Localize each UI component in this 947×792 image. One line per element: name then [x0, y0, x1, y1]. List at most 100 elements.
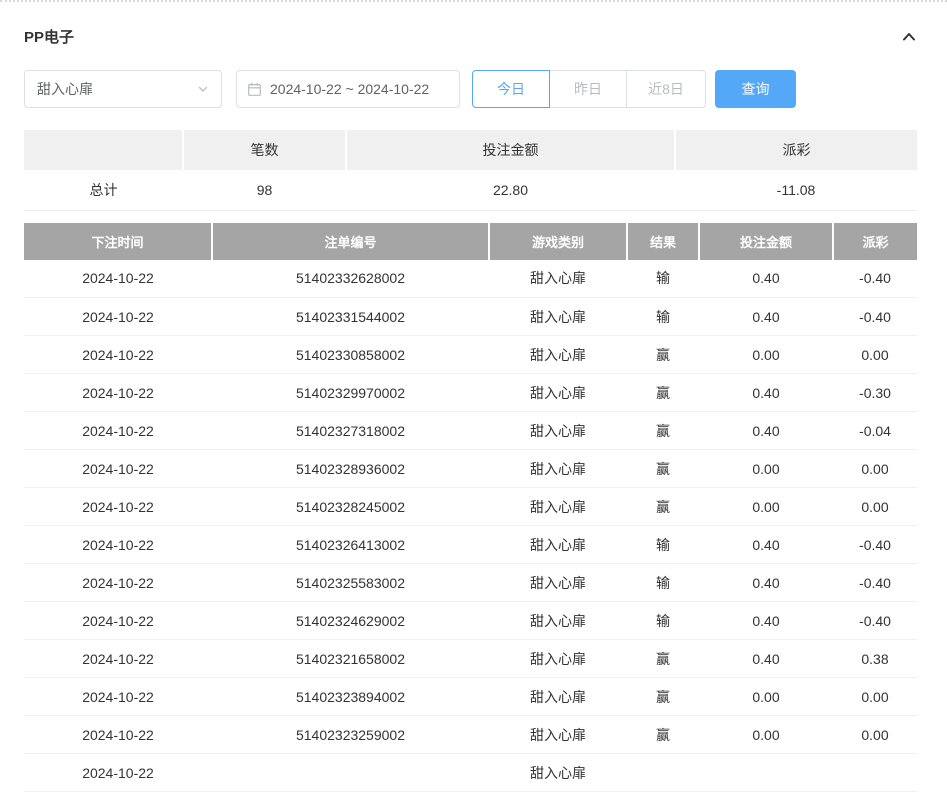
- table-cell: 甜入心扉: [489, 678, 627, 716]
- table-cell: 2024-10-22: [24, 602, 212, 640]
- game-select-value: 甜入心扉: [37, 79, 93, 99]
- table-cell: 0.38: [833, 640, 917, 678]
- table-cell: -0.40: [833, 564, 917, 602]
- table-cell: 2024-10-22: [24, 754, 212, 792]
- table-row: 2024-10-2251402327318002甜入心扉赢0.40-0.04: [24, 412, 917, 450]
- table-cell: 输: [627, 260, 699, 298]
- table-row: 2024-10-2251402321658002甜入心扉赢0.400.38: [24, 640, 917, 678]
- table-row: 2024-10-2251402329970002甜入心扉赢0.40-0.30: [24, 374, 917, 412]
- table-cell: 51402328245002: [212, 488, 489, 526]
- table-cell: 0.40: [699, 374, 833, 412]
- table-cell: 51402325583002: [212, 564, 489, 602]
- date-range-value: 2024-10-22 ~ 2024-10-22: [270, 81, 429, 97]
- table-cell: 输: [627, 602, 699, 640]
- table-cell: 赢: [627, 640, 699, 678]
- table-cell: -0.40: [833, 298, 917, 336]
- table-cell: 甜入心扉: [489, 298, 627, 336]
- table-row: 2024-10-2251402328936002甜入心扉赢0.000.00: [24, 450, 917, 488]
- table-cell: 51402327318002: [212, 412, 489, 450]
- collapse-chevron-icon[interactable]: [901, 29, 917, 45]
- table-cell: 0.40: [699, 640, 833, 678]
- table-row: 2024-10-2251402328245002甜入心扉赢0.000.00: [24, 488, 917, 526]
- table-cell: 2024-10-22: [24, 678, 212, 716]
- table-cell: -0.30: [833, 374, 917, 412]
- records-header-order-id: 注单编号: [212, 223, 489, 260]
- table-cell: 0.00: [699, 678, 833, 716]
- table-cell: 0.40: [699, 526, 833, 564]
- records-table-body: 2024-10-2251402332628002甜入心扉输0.40-0.4020…: [24, 260, 917, 792]
- summary-header-payout: 派彩: [675, 130, 917, 170]
- table-cell: [699, 754, 833, 792]
- date-range-input[interactable]: 2024-10-22 ~ 2024-10-22: [236, 70, 460, 108]
- records-header-game-type: 游戏类别: [489, 223, 627, 260]
- table-cell: 赢: [627, 374, 699, 412]
- records-header-payout: 派彩: [833, 223, 917, 260]
- table-cell: 51402328936002: [212, 450, 489, 488]
- summary-total-count: 98: [183, 170, 346, 210]
- table-row: 2024-10-2251402332628002甜入心扉输0.40-0.40: [24, 260, 917, 298]
- summary-header-empty: [24, 130, 183, 170]
- page-title: PP电子: [24, 26, 74, 47]
- table-cell: 0.00: [699, 488, 833, 526]
- records-header-result: 结果: [627, 223, 699, 260]
- table-cell: 赢: [627, 716, 699, 754]
- table-cell: [833, 754, 917, 792]
- table-cell: 甜入心扉: [489, 716, 627, 754]
- table-row: 2024-10-2251402324629002甜入心扉输0.40-0.40: [24, 602, 917, 640]
- table-cell: 51402323259002: [212, 716, 489, 754]
- table-cell: 2024-10-22: [24, 336, 212, 374]
- summary-header-count: 笔数: [183, 130, 346, 170]
- table-cell: 0.00: [699, 716, 833, 754]
- table-cell: 甜入心扉: [489, 526, 627, 564]
- table-cell: 0.40: [699, 260, 833, 298]
- table-cell: 51402326413002: [212, 526, 489, 564]
- table-cell: 2024-10-22: [24, 374, 212, 412]
- table-cell: 2024-10-22: [24, 640, 212, 678]
- table-cell: 2024-10-22: [24, 488, 212, 526]
- table-row: 2024-10-2251402325583002甜入心扉输0.40-0.40: [24, 564, 917, 602]
- search-button[interactable]: 查询: [715, 70, 796, 108]
- table-cell: 赢: [627, 450, 699, 488]
- table-cell: 甜入心扉: [489, 374, 627, 412]
- table-cell: 甜入心扉: [489, 488, 627, 526]
- table-cell: 0.00: [833, 450, 917, 488]
- table-cell: 51402330858002: [212, 336, 489, 374]
- table-cell: 0.00: [699, 450, 833, 488]
- table-row: 2024-10-22 甜入心扉: [24, 754, 917, 792]
- table-row: 2024-10-2251402331544002甜入心扉输0.40-0.40: [24, 298, 917, 336]
- table-cell: 0.00: [833, 716, 917, 754]
- quick-range-group: 今日 昨日 近8日: [472, 70, 706, 108]
- game-select[interactable]: 甜入心扉: [24, 70, 222, 108]
- table-cell: 赢: [627, 488, 699, 526]
- table-cell: 2024-10-22: [24, 564, 212, 602]
- filter-bar: 甜入心扉 2024-10-22 ~ 2024-10-22 今日 昨日 近8日 查…: [24, 70, 917, 108]
- quick-range-8days-button[interactable]: 近8日: [626, 70, 706, 108]
- table-cell: 赢: [627, 336, 699, 374]
- table-cell: 0.40: [699, 298, 833, 336]
- table-cell: 甜入心扉: [489, 412, 627, 450]
- table-cell: 2024-10-22: [24, 298, 212, 336]
- table-row: 2024-10-2251402326413002甜入心扉输0.40-0.40: [24, 526, 917, 564]
- records-header-row: 下注时间 注单编号 游戏类别 结果 投注金额 派彩: [24, 223, 917, 260]
- quick-range-today-button[interactable]: 今日: [472, 70, 550, 108]
- summary-total-payout: -11.08: [675, 170, 917, 210]
- table-cell: 2024-10-22: [24, 716, 212, 754]
- table-cell: [212, 754, 489, 792]
- table-cell: 甜入心扉: [489, 564, 627, 602]
- summary-total-label: 总计: [24, 170, 183, 210]
- records-header-bet-time: 下注时间: [24, 223, 212, 260]
- table-cell: 51402321658002: [212, 640, 489, 678]
- table-cell: 2024-10-22: [24, 526, 212, 564]
- table-cell: 51402324629002: [212, 602, 489, 640]
- table-cell: 甜入心扉: [489, 754, 627, 792]
- table-cell: 赢: [627, 412, 699, 450]
- table-cell: 甜入心扉: [489, 640, 627, 678]
- table-cell: 赢: [627, 678, 699, 716]
- summary-table: 笔数 投注金额 派彩 总计 98 22.80 -11.08: [24, 130, 917, 211]
- table-cell: 甜入心扉: [489, 602, 627, 640]
- quick-range-yesterday-button[interactable]: 昨日: [549, 70, 627, 108]
- table-cell: 0.00: [833, 678, 917, 716]
- table-cell: 0.00: [833, 488, 917, 526]
- table-cell: [627, 754, 699, 792]
- table-cell: -0.40: [833, 260, 917, 298]
